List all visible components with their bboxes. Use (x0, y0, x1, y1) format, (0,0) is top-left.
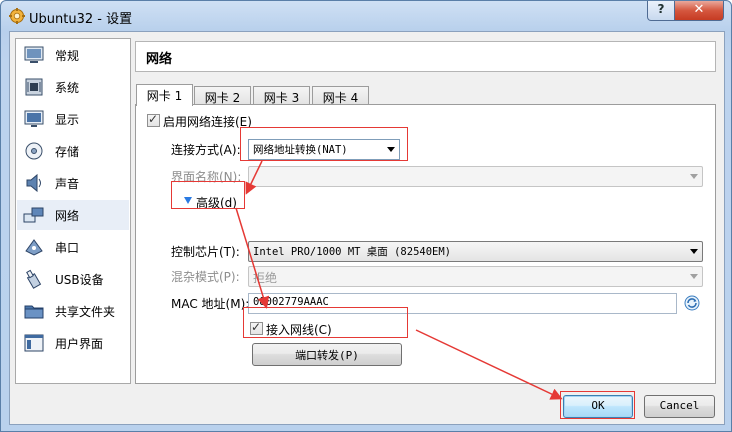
advanced-label: 高级(d) (196, 196, 237, 210)
chevron-down-icon (690, 174, 698, 179)
advanced-toggle[interactable]: 高级(d) (182, 193, 242, 210)
sidebar-item-label: 存储 (55, 145, 80, 159)
title-bar[interactable]: Ubuntu32 - 设置 ? ✕ (1, 1, 731, 31)
port-forwarding-button[interactable]: 端口转发(P) (252, 343, 402, 366)
interface-name-label: 界面名称(N): (171, 170, 242, 184)
sidebar-item-serial-ports[interactable]: 串口 (17, 232, 129, 262)
sidebar-item-label: 共享文件夹 (55, 305, 116, 319)
close-button[interactable]: ✕ (674, 1, 724, 21)
chevron-down-icon (690, 249, 698, 254)
triangle-down-icon (184, 197, 192, 204)
network-icon (23, 207, 44, 223)
ok-label: OK (591, 399, 605, 412)
sidebar-item-label: 声音 (55, 177, 80, 191)
general-icon (24, 46, 44, 63)
mac-address-value: 08002779AAAC (253, 296, 329, 308)
display-icon (24, 110, 44, 127)
sidebar-item-general[interactable]: 常规 (17, 40, 129, 70)
usb-icon (26, 269, 42, 289)
shared-folder-icon (24, 305, 44, 319)
promiscuous-mode-select[interactable]: 拒绝 (248, 266, 703, 287)
cable-connected-label: 接入网线(C) (266, 323, 332, 337)
window-title: Ubuntu32 - 设置 (29, 12, 133, 27)
tab-adapter-4[interactable]: 网卡 4 (312, 86, 369, 105)
tab-adapter-1[interactable]: 网卡 1 (136, 84, 193, 106)
mac-address-input[interactable]: 08002779AAAC (248, 293, 677, 314)
attached-to-label: 连接方式(A): (171, 143, 241, 157)
sidebar-item-audio[interactable]: 声音 (17, 168, 129, 198)
user-interface-icon (24, 334, 44, 352)
page-header: 网络 (135, 41, 716, 72)
mac-address-label: MAC 地址(M): (171, 297, 250, 311)
attached-to-value: 网络地址转换(NAT) (253, 144, 348, 156)
sidebar-item-label: USB设备 (55, 273, 104, 287)
serial-port-icon (25, 239, 43, 256)
sidebar-item-label: 串口 (55, 241, 80, 255)
audio-icon (26, 173, 41, 193)
adapter-type-value: Intel PRO/1000 MT 桌面 (82540EM) (253, 246, 452, 258)
ok-button[interactable]: OK (563, 395, 633, 418)
interface-name-select[interactable] (248, 166, 703, 187)
sidebar-item-system[interactable]: 系统 (17, 72, 129, 102)
chevron-down-icon (387, 147, 395, 152)
promiscuous-mode-value: 拒绝 (253, 271, 278, 285)
close-icon: ✕ (693, 2, 705, 17)
sidebar-item-label: 网络 (55, 209, 80, 223)
promiscuous-mode-label: 混杂模式(P): (171, 270, 240, 284)
sidebar-item-label: 常规 (55, 49, 80, 63)
sidebar-item-label: 用户界面 (55, 337, 104, 351)
storage-icon (25, 142, 43, 160)
sidebar-item-label: 显示 (55, 113, 80, 127)
tab-adapter-3[interactable]: 网卡 3 (253, 86, 310, 105)
help-button[interactable]: ? (647, 1, 675, 21)
cable-connected-checkbox[interactable]: ✓ (250, 320, 263, 335)
adapter-type-label: 控制芯片(T): (171, 245, 240, 259)
system-icon (25, 78, 43, 96)
sidebar-item-label: 系统 (55, 81, 80, 95)
cancel-button[interactable]: Cancel (644, 395, 715, 418)
port-forwarding-label: 端口转发(P) (295, 349, 359, 362)
refresh-mac-icon[interactable] (684, 295, 700, 311)
adapter-type-select[interactable]: Intel PRO/1000 MT 桌面 (82540EM) (248, 241, 703, 262)
virtualbox-gear-icon (9, 8, 25, 24)
settings-window: Ubuntu32 - 设置 ? ✕ 常规 系统 显示 存储 声音 网络 串口 U… (0, 0, 732, 432)
tab-label: 网卡 1 (146, 89, 183, 103)
enable-adapter-label: 启用网络连接(E) (163, 115, 252, 129)
help-icon: ? (657, 2, 665, 16)
checkmark-icon: ✓ (251, 320, 262, 334)
sidebar-item-shared-folders[interactable]: 共享文件夹 (17, 296, 129, 326)
sidebar-item-user-interface[interactable]: 用户界面 (17, 328, 129, 358)
sidebar-item-network[interactable]: 网络 (17, 200, 129, 230)
settings-sidebar: 常规 系统 显示 存储 声音 网络 串口 USB设备 共享文件夹 用户界面 (15, 38, 131, 384)
cancel-label: Cancel (659, 399, 700, 412)
attached-to-select[interactable]: 网络地址转换(NAT) (248, 139, 400, 160)
page-title: 网络 (146, 52, 173, 67)
tab-adapter-2[interactable]: 网卡 2 (194, 86, 251, 105)
checkmark-icon: ✓ (148, 112, 159, 126)
enable-adapter-checkbox[interactable]: ✓ (147, 112, 160, 127)
chevron-down-icon (690, 274, 698, 279)
sidebar-item-display[interactable]: 显示 (17, 104, 129, 134)
adapter-settings-panel: ✓ 启用网络连接(E) 连接方式(A): 网络地址转换(NAT) 界面名称(N)… (135, 104, 716, 384)
sidebar-item-usb[interactable]: USB设备 (17, 264, 129, 294)
sidebar-item-storage[interactable]: 存储 (17, 136, 129, 166)
dialog-client-area: 常规 系统 显示 存储 声音 网络 串口 USB设备 共享文件夹 用户界面 网络… (9, 31, 725, 425)
